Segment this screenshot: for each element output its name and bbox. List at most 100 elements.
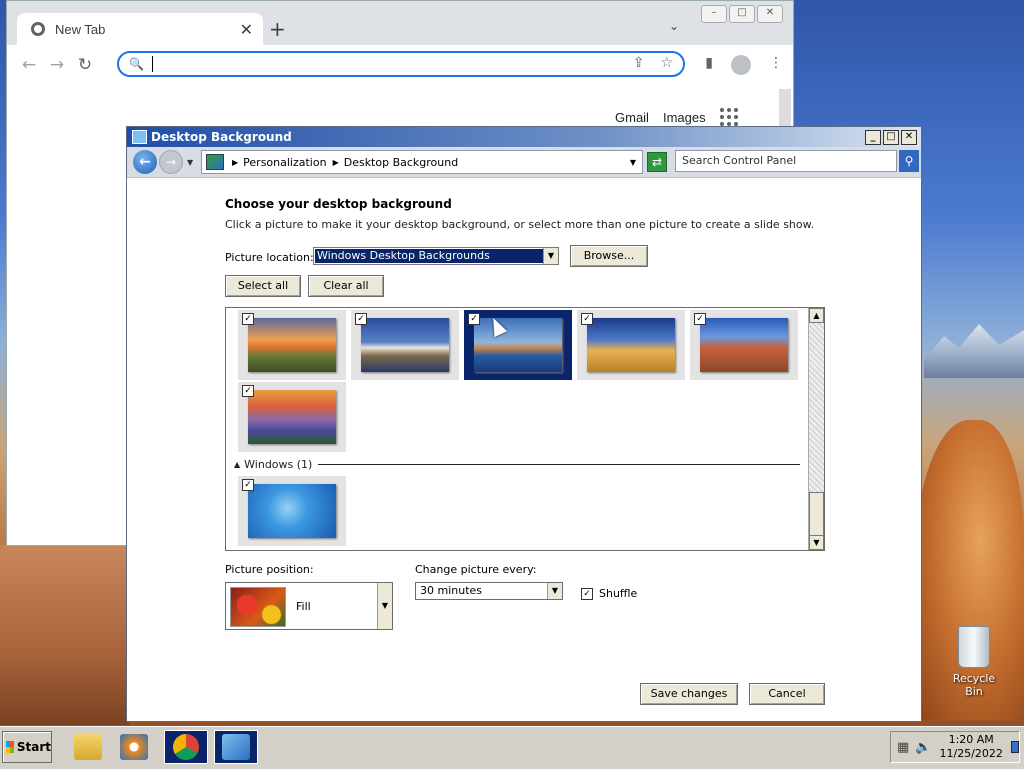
maximize-button[interactable]: □ — [729, 5, 755, 23]
thumbnail-image — [248, 390, 336, 444]
chrome-icon — [173, 734, 199, 760]
browse-button[interactable]: Browse... — [570, 245, 648, 267]
breadcrumb-separator-icon[interactable]: ▶ — [333, 158, 339, 167]
thumbnail-image — [248, 318, 336, 372]
thumbnail-image — [474, 318, 562, 372]
scrollbar-thumb[interactable] — [809, 492, 824, 536]
bookmark-star-icon[interactable]: ☆ — [660, 55, 673, 71]
search-icon[interactable]: ⚲ — [899, 150, 919, 172]
content-area: Choose your desktop background Click a p… — [127, 177, 921, 721]
close-button[interactable]: ✕ — [757, 5, 783, 23]
thumbnail-image — [361, 318, 449, 372]
refresh-button[interactable]: ⇄ — [647, 152, 667, 172]
shuffle-option[interactable]: ✓ Shuffle — [581, 587, 637, 600]
address-bar[interactable]: 🔍 ⇪ ☆ — [117, 51, 685, 77]
search-input[interactable]: Search Control Panel — [675, 150, 897, 172]
checkbox-checked-icon[interactable]: ✓ — [581, 313, 593, 325]
back-button[interactable]: ← — [133, 150, 157, 174]
picture-thumbnail[interactable]: ✓ — [690, 310, 798, 380]
minimize-button[interactable]: _ — [865, 129, 881, 145]
desktop-background-window: Desktop Background _ □ ✕ ← → ▼ ▶ Persona… — [126, 126, 922, 722]
reload-icon[interactable]: ↻ — [71, 55, 99, 75]
chrome-favicon-icon — [31, 22, 45, 36]
google-apps-icon[interactable] — [719, 108, 738, 126]
group-header-windows[interactable]: ▲ Windows (1) — [234, 458, 800, 471]
forward-button[interactable]: → — [159, 150, 183, 174]
picture-thumbnail[interactable]: ✓ — [238, 476, 346, 546]
checkbox-checked-icon[interactable]: ✓ — [355, 313, 367, 325]
checkbox-checked-icon[interactable]: ✓ — [694, 313, 706, 325]
back-arrow-icon[interactable]: ← — [15, 55, 43, 75]
volume-icon[interactable]: 🔈 — [915, 740, 931, 755]
text-caret — [151, 56, 153, 72]
scroll-up-arrow-icon[interactable]: ▲ — [809, 308, 824, 323]
picture-thumbnail[interactable]: ✓ — [464, 310, 572, 380]
picture-position-select[interactable]: Fill ▼ — [225, 582, 393, 630]
chevron-down-icon[interactable]: ▼ — [630, 158, 636, 167]
network-icon[interactable]: ▦ — [897, 740, 909, 755]
picture-thumbnail[interactable]: ✓ — [238, 382, 346, 452]
clock[interactable]: 1:20 AM 11/25/2022 — [939, 733, 1002, 761]
side-panel-icon[interactable]: ▮ — [705, 55, 713, 75]
select-all-button[interactable]: Select all — [225, 275, 301, 297]
show-desktop-icon[interactable] — [1010, 741, 1019, 753]
clear-all-button[interactable]: Clear all — [308, 275, 384, 297]
forward-arrow-icon[interactable]: → — [43, 55, 71, 75]
minimize-button[interactable]: – — [701, 5, 727, 23]
thumbnail-image — [248, 484, 336, 538]
chrome-tab-strip: New Tab ✕ + ⌄ – □ ✕ — [7, 1, 793, 45]
images-link[interactable]: Images — [663, 110, 706, 125]
gmail-link[interactable]: Gmail — [615, 110, 649, 125]
chrome-window-controls: – □ ✕ — [701, 5, 783, 23]
chevron-down-icon[interactable]: ▼ — [377, 583, 392, 629]
chrome-tab[interactable]: New Tab ✕ — [17, 13, 263, 45]
cancel-button[interactable]: Cancel — [749, 683, 825, 705]
recycle-bin-label: Recycle Bin — [952, 672, 996, 698]
thumbnail-image — [587, 318, 675, 372]
breadcrumb-personalization[interactable]: Personalization — [243, 156, 326, 169]
scroll-down-arrow-icon[interactable]: ▼ — [809, 535, 824, 550]
checkbox-checked-icon[interactable]: ✓ — [581, 587, 593, 600]
tab-search-icon[interactable]: ⌄ — [669, 19, 679, 33]
tab-close-icon[interactable]: ✕ — [240, 20, 253, 39]
breadcrumb-separator-icon[interactable]: ▶ — [232, 158, 238, 167]
control-panel-taskbar-button[interactable] — [214, 730, 258, 764]
start-label: Start — [16, 740, 51, 754]
picture-thumbnail[interactable]: ✓ — [351, 310, 459, 380]
history-dropdown-icon[interactable]: ▼ — [187, 158, 193, 167]
picture-location-select[interactable]: Windows Desktop Backgrounds ▼ — [313, 247, 559, 265]
picture-thumbnail[interactable]: ✓ — [577, 310, 685, 380]
recycle-bin-desktop-icon[interactable]: Recycle Bin — [944, 626, 1004, 698]
change-picture-value: 30 minutes — [420, 584, 483, 597]
checkbox-checked-icon[interactable]: ✓ — [242, 385, 254, 397]
vertical-scrollbar[interactable]: ▲ ▼ — [808, 308, 824, 550]
media-player-taskbar-button[interactable] — [112, 730, 156, 764]
menu-kebab-icon[interactable]: ⋮ — [769, 55, 783, 75]
window-title-bar[interactable]: Desktop Background _ □ ✕ — [127, 127, 921, 147]
window-title: Desktop Background — [151, 130, 292, 144]
maximize-button[interactable]: □ — [883, 129, 899, 145]
save-changes-button[interactable]: Save changes — [640, 683, 738, 705]
checkbox-checked-icon[interactable]: ✓ — [242, 479, 254, 491]
change-picture-select[interactable]: 30 minutes ▼ — [415, 582, 563, 600]
new-tab-button[interactable]: + — [269, 17, 286, 41]
chevron-down-icon[interactable]: ▼ — [547, 583, 562, 599]
chrome-taskbar-button[interactable] — [164, 730, 208, 764]
control-panel-icon — [132, 130, 147, 144]
explorer-taskbar-button[interactable] — [66, 730, 110, 764]
start-button[interactable]: Start — [2, 731, 52, 763]
share-icon[interactable]: ⇪ — [633, 55, 645, 71]
clock-time: 1:20 AM — [948, 733, 994, 746]
checkbox-checked-icon[interactable]: ✓ — [242, 313, 254, 325]
breadcrumb-desktop-background[interactable]: Desktop Background — [344, 156, 459, 169]
collapse-triangle-icon[interactable]: ▲ — [234, 460, 240, 469]
close-button[interactable]: ✕ — [901, 129, 917, 145]
wallpaper-mountains — [924, 324, 1024, 378]
chrome-scrollbar[interactable] — [779, 89, 791, 129]
checkbox-checked-icon[interactable]: ✓ — [468, 313, 480, 325]
picture-thumbnail[interactable]: ✓ — [238, 310, 346, 380]
profile-avatar[interactable] — [731, 55, 751, 75]
chevron-down-icon[interactable]: ▼ — [543, 248, 558, 264]
breadcrumb[interactable]: ▶ Personalization ▶ Desktop Background ▼ — [201, 150, 643, 174]
search-icon: 🔍 — [129, 57, 144, 71]
